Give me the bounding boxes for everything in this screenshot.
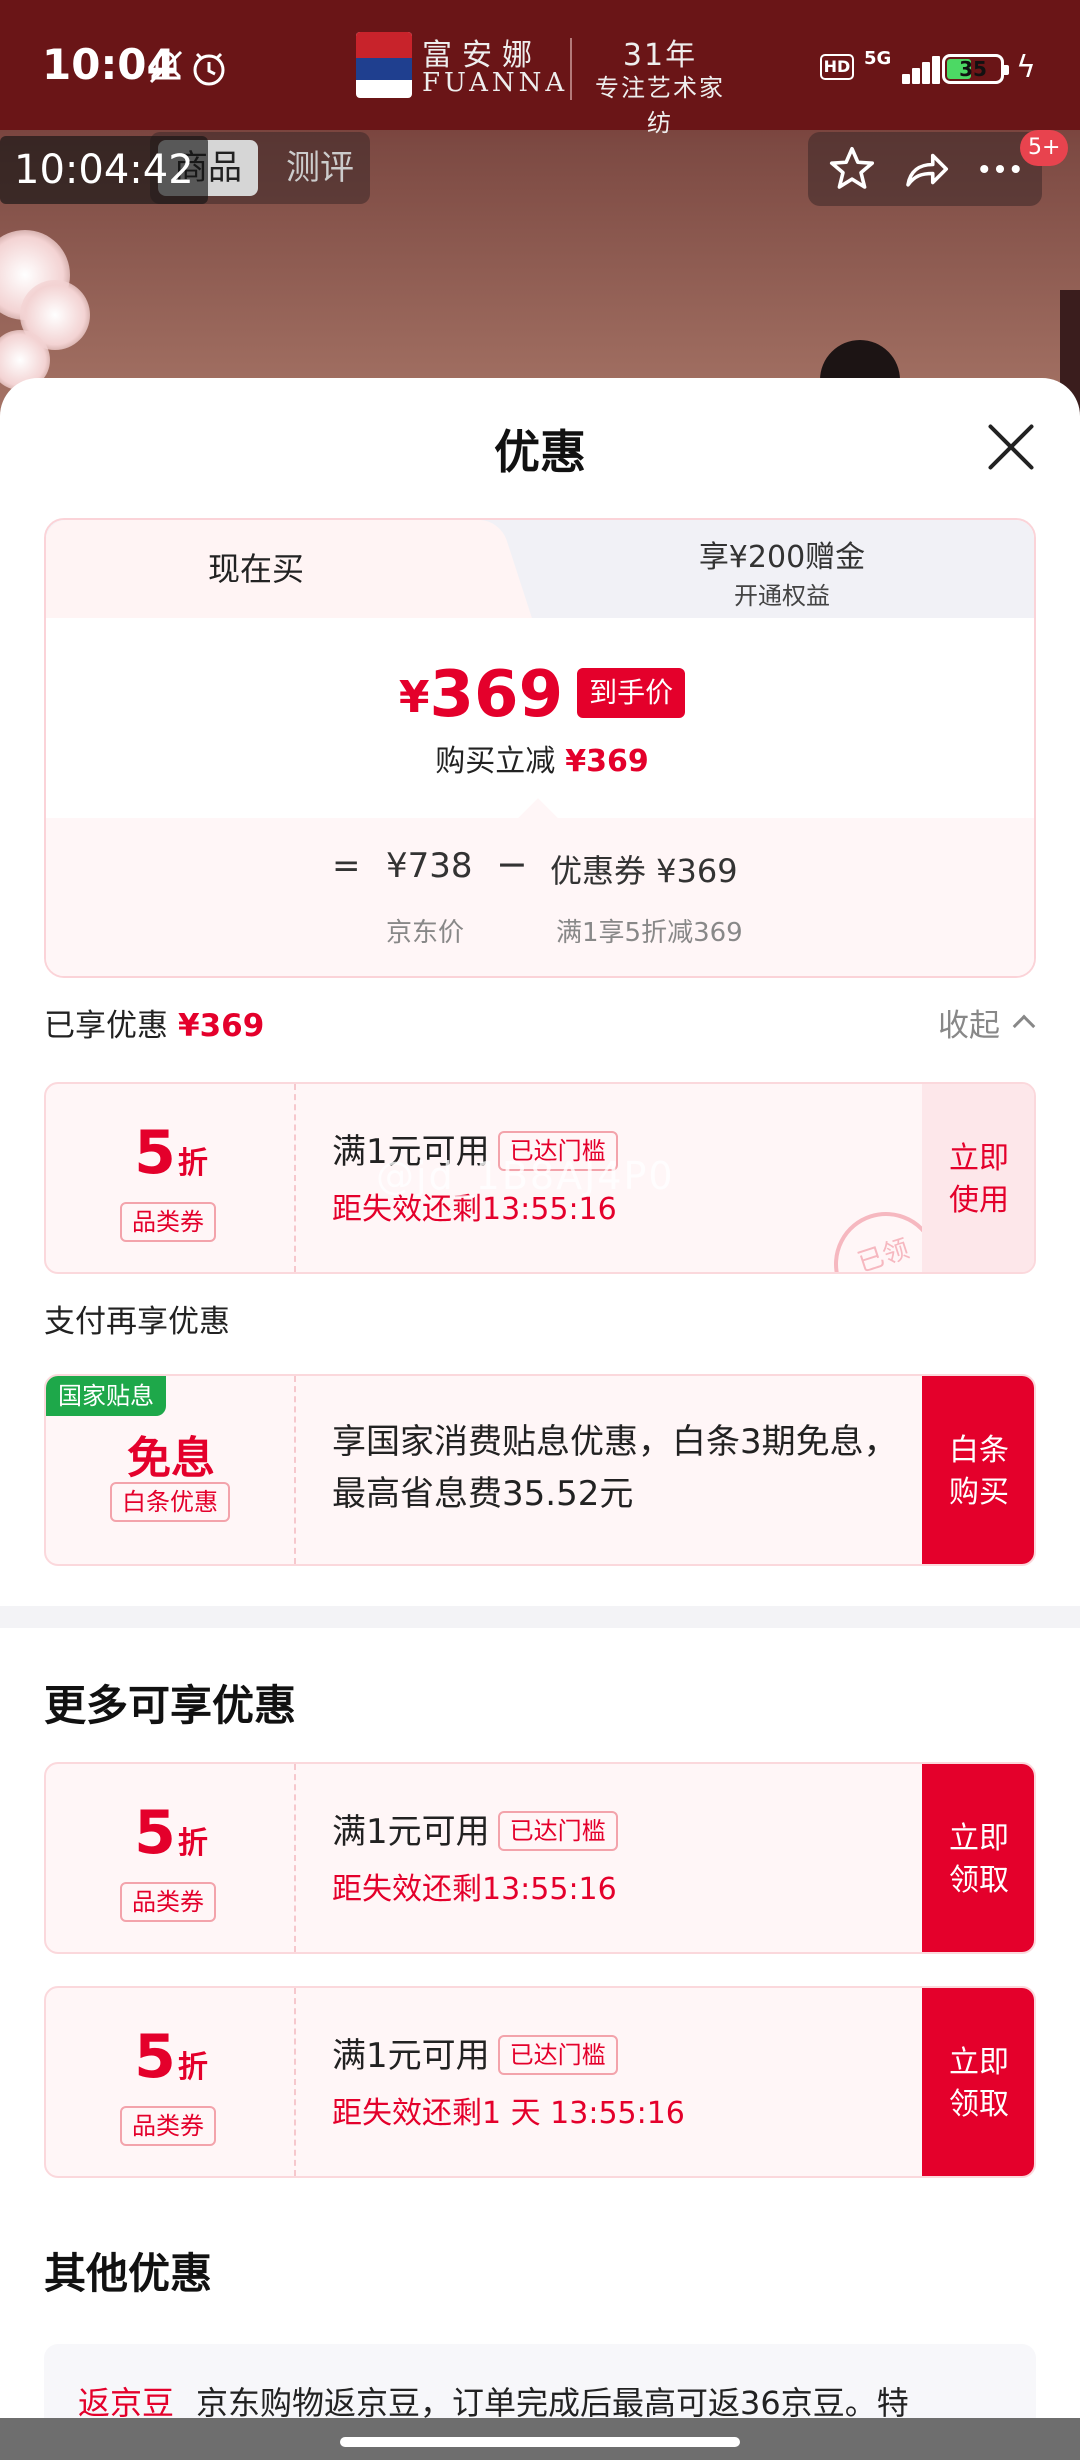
other-discounts-title: 其他优惠 <box>44 2249 213 2298</box>
coupon-deduction: 优惠券 ¥369 <box>550 852 738 890</box>
gov-subsidy-tag: 国家贴息 <box>46 1376 166 1416</box>
baitiao-type: 白条优惠 <box>110 1482 230 1522</box>
coupon-expiry: 距失效还剩1 天 13:55:16 <box>332 2096 685 2131</box>
claim-now-button[interactable]: 立即 领取 <box>922 1764 1034 1952</box>
price-summary: ¥369 到手价 购买立减 ¥369 <box>46 618 1034 818</box>
coupon-card-applied: 5折 品类券 满1元可用 已达门槛 距失效还剩13:55:16 @jd_1B8AJ… <box>44 1082 1036 1274</box>
battery-icon: 35 <box>942 54 1009 84</box>
final-price-tag: 到手价 <box>577 668 686 718</box>
baitiao-description: 享国家消费贴息优惠，白条3期免息，最高省息费35.52元 <box>332 1422 898 1514</box>
price-card: 现在买 享¥200赠金 开通权益 ¥369 到手价 购买立减 ¥369 = ¥738… <box>44 518 1036 978</box>
threshold-badge: 已达门槛 <box>497 1811 618 1851</box>
notification-badge: 5+ <box>1020 130 1069 166</box>
price-breakdown: = ¥738 − 优惠券 ¥369 京东价 满1享5折减369 <box>46 798 1034 976</box>
brand-name-en: FUANNA <box>422 68 569 98</box>
network-type: 5G <box>864 48 892 69</box>
use-now-button[interactable]: 立即 使用 <box>922 1084 1034 1272</box>
minus-sign: − <box>496 842 528 886</box>
product-actions <box>808 132 1042 206</box>
coupon-discount: 5折 <box>134 2022 208 2092</box>
home-gesture-bar[interactable] <box>340 2437 740 2447</box>
coupon-condition: 满1元可用 已达门槛 <box>332 1804 618 1853</box>
favorite-star-icon[interactable] <box>820 142 884 196</box>
threshold-badge: 已达门槛 <box>497 2035 618 2075</box>
signal-icon <box>892 54 948 84</box>
pay-section-title: 支付再享优惠 <box>44 1304 230 1340</box>
share-icon[interactable] <box>894 142 958 196</box>
instant-reduce-value: ¥369 <box>565 744 649 779</box>
coupon-discount: 5折 <box>134 1118 208 1188</box>
enjoyed-label: 已享优惠 <box>44 1008 168 1044</box>
price-card-tabs: 现在买 享¥200赠金 开通权益 <box>46 520 1034 618</box>
status-bar: 10:04 富安娜 FUANNA 31年 专注艺术家纺 HD 5G 35 ϟ <box>0 0 1080 137</box>
instant-reduction: 购买立减 ¥369 <box>46 736 1034 780</box>
screen-recording-timer: 10:04:42 <box>0 136 208 204</box>
final-price: ¥369 到手价 <box>46 658 1034 732</box>
coupon-card: 5折 品类券 满1元可用 已达门槛 距失效还剩13:55:16 立即 领取 <box>44 1762 1036 1954</box>
coupon-discount: 5折 <box>134 1798 208 1868</box>
close-icon[interactable] <box>986 422 1036 472</box>
hd-icon: HD <box>820 54 854 80</box>
brand-logo <box>356 32 412 98</box>
brand-divider <box>570 38 572 100</box>
tab-bonus-subtitle[interactable]: 开通权益 <box>526 576 1034 611</box>
collapse-button[interactable]: 收起 <box>938 1000 1000 1045</box>
baitiao-offer-card: 国家贴息 免息 白条优惠 享国家消费贴息优惠，白条3期免息，最高省息费35.52… <box>44 1374 1036 1566</box>
battery-level: 35 <box>959 57 987 81</box>
coupon-type: 品类券 <box>120 2106 216 2146</box>
currency-symbol: ¥ <box>398 672 430 723</box>
interest-free: 免息 <box>127 1433 215 1484</box>
claim-now-button[interactable]: 立即 领取 <box>922 1988 1034 2176</box>
coupon-rule-label: 满1享5折减369 <box>556 918 743 948</box>
coupon-condition: 满1元可用 已达门槛 <box>332 2028 618 2077</box>
coupon-expiry: 距失效还剩13:55:16 <box>332 1872 617 1907</box>
equals-sign: = <box>332 846 361 886</box>
tab-reviews[interactable]: 测评 <box>270 140 370 196</box>
chevron-up-icon[interactable] <box>1012 1014 1036 1038</box>
jd-price: ¥738 <box>386 846 473 886</box>
instant-reduce-label: 购买立减 <box>435 744 556 779</box>
coupon-card: 5折 品类券 满1元可用 已达门槛 距失效还剩1 天 13:55:16 立即 领取 <box>44 1986 1036 2178</box>
enjoyed-value: ¥369 <box>178 1008 265 1044</box>
tab-bonus-title[interactable]: 享¥200赠金 <box>526 532 1034 576</box>
mute-alarm-icons <box>145 46 231 99</box>
tab-buy-now[interactable]: 现在买 <box>46 520 466 618</box>
section-divider <box>0 1606 1080 1628</box>
enjoyed-discount: 已享优惠 ¥369 <box>44 1000 264 1045</box>
baitiao-buy-button[interactable]: 白条 购买 <box>922 1376 1034 1564</box>
final-price-value: 369 <box>429 658 564 732</box>
coupon-type: 品类券 <box>120 1202 216 1242</box>
coupon-type: 品类券 <box>120 1882 216 1922</box>
more-discounts-title: 更多可享优惠 <box>44 1681 297 1730</box>
discount-sheet: 优惠 现在买 享¥200赠金 开通权益 ¥369 到手价 购买立减 ¥369 = ¥… <box>0 378 1080 2460</box>
bell-off-icon <box>149 50 225 86</box>
brand-slogan: 专注艺术家纺 <box>595 74 725 137</box>
sheet-title: 优惠 <box>494 425 586 479</box>
jd-price-label: 京东价 <box>386 918 465 948</box>
user-watermark: @jd_1B8AJ4P0 <box>376 1154 675 1198</box>
charging-icon: ϟ <box>1016 50 1036 85</box>
